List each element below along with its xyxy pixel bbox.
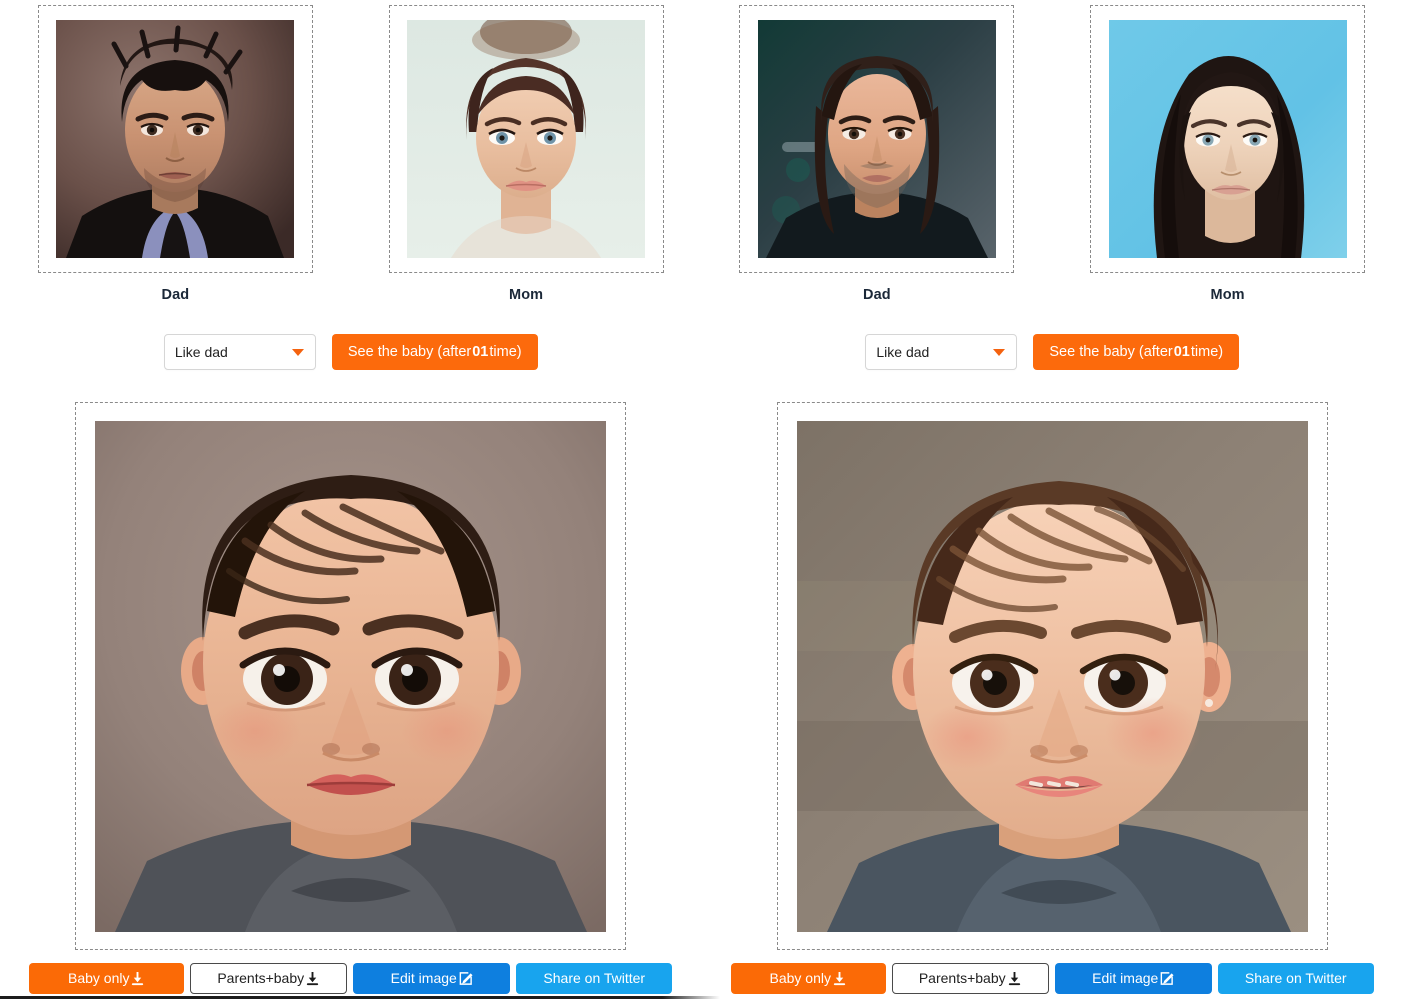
parents-row: Dad Mom Dad Mom — [0, 0, 1403, 308]
baby-photo-frame-0[interactable] — [75, 402, 627, 950]
baby-result-0 — [0, 402, 702, 950]
parent-label-2: Dad — [863, 287, 891, 303]
see-baby-count-0: 01 — [472, 344, 489, 360]
parent-label-3: Mom — [1210, 287, 1245, 303]
edit-image-button-1[interactable]: Edit image — [1054, 962, 1212, 994]
parent-label-0: Dad — [161, 287, 190, 303]
parent-card-1: Mom — [351, 0, 702, 308]
edit-icon — [1159, 971, 1174, 986]
controls-panel-0: Like dad See the baby (after 01 time) — [0, 330, 702, 374]
baby-portrait-0 — [95, 420, 607, 932]
baby-portrait-1 — [796, 420, 1308, 932]
edit-image-button-0[interactable]: Edit image — [353, 962, 511, 994]
chevron-down-icon — [993, 349, 1006, 356]
parent-portrait-3 — [1108, 20, 1347, 258]
actions-panel-1: Baby only Parents+baby Edit image Share … — [702, 962, 1403, 994]
parent-photo-frame-0[interactable] — [37, 5, 313, 273]
download-icon — [1007, 971, 1022, 986]
actions-row: Baby only Parents+baby Edit image Share … — [0, 962, 1403, 994]
baby-only-label-0: Baby only — [68, 970, 130, 986]
parent-portrait-1 — [407, 20, 646, 258]
resemblance-select-value-1: Like dad — [876, 344, 930, 360]
download-icon — [305, 971, 320, 986]
parent-photo-frame-2[interactable] — [739, 5, 1015, 273]
parents-baby-download-button-1[interactable]: Parents+baby — [891, 962, 1049, 994]
share-on-twitter-button-0[interactable]: Share on Twitter — [516, 962, 673, 994]
see-baby-suffix-0: time) — [489, 344, 522, 360]
download-icon — [130, 971, 145, 986]
baby-results-row — [0, 402, 1403, 950]
parents-baby-label-1: Parents+baby — [918, 970, 1006, 986]
edit-image-label-0: Edit image — [390, 970, 457, 986]
resemblance-select-value-0: Like dad — [174, 344, 228, 360]
parent-portrait-0 — [56, 20, 295, 258]
see-baby-prefix-0: See the baby (after — [347, 344, 472, 360]
baby-only-download-button-1[interactable]: Baby only — [730, 962, 886, 994]
parent-photo-frame-3[interactable] — [1090, 5, 1366, 273]
parent-photo-frame-1[interactable] — [388, 5, 664, 273]
parent-card-2: Dad — [702, 0, 1053, 308]
controls-row: Like dad See the baby (after 01 time) Li… — [0, 330, 1403, 374]
see-the-baby-button-0[interactable]: See the baby (after 01 time) — [331, 334, 538, 370]
share-twitter-label-0: Share on Twitter — [543, 970, 646, 986]
baby-result-1 — [702, 402, 1403, 950]
baby-generator-page: Dad Mom Dad Mom Like dad See the baby (a… — [0, 0, 1403, 1000]
see-baby-suffix-1: time) — [1190, 344, 1224, 360]
controls-panel-1: Like dad See the baby (after 01 time) — [702, 330, 1403, 374]
parent-card-0: Dad — [0, 0, 351, 308]
parents-baby-download-button-0[interactable]: Parents+baby — [190, 962, 348, 994]
share-twitter-label-1: Share on Twitter — [1244, 970, 1347, 986]
baby-photo-frame-1[interactable] — [776, 402, 1328, 950]
parent-label-1: Mom — [509, 287, 544, 303]
bottom-divider — [0, 996, 720, 999]
parent-card-3: Mom — [1052, 0, 1403, 308]
chevron-down-icon — [291, 349, 304, 356]
parent-portrait-2 — [757, 20, 996, 258]
share-on-twitter-button-1[interactable]: Share on Twitter — [1217, 962, 1374, 994]
actions-panel-0: Baby only Parents+baby Edit image Share … — [0, 962, 702, 994]
see-baby-count-1: 01 — [1173, 344, 1190, 360]
parents-baby-label-0: Parents+baby — [217, 970, 305, 986]
edit-icon — [458, 971, 473, 986]
edit-image-label-1: Edit image — [1092, 970, 1159, 986]
baby-only-download-button-0[interactable]: Baby only — [29, 962, 185, 994]
baby-only-label-1: Baby only — [769, 970, 831, 986]
download-icon — [832, 971, 847, 986]
see-baby-prefix-1: See the baby (after — [1049, 344, 1173, 360]
see-the-baby-button-1[interactable]: See the baby (after 01 time) — [1033, 334, 1240, 370]
resemblance-select-0[interactable]: Like dad — [163, 334, 316, 370]
resemblance-select-1[interactable]: Like dad — [865, 334, 1018, 370]
